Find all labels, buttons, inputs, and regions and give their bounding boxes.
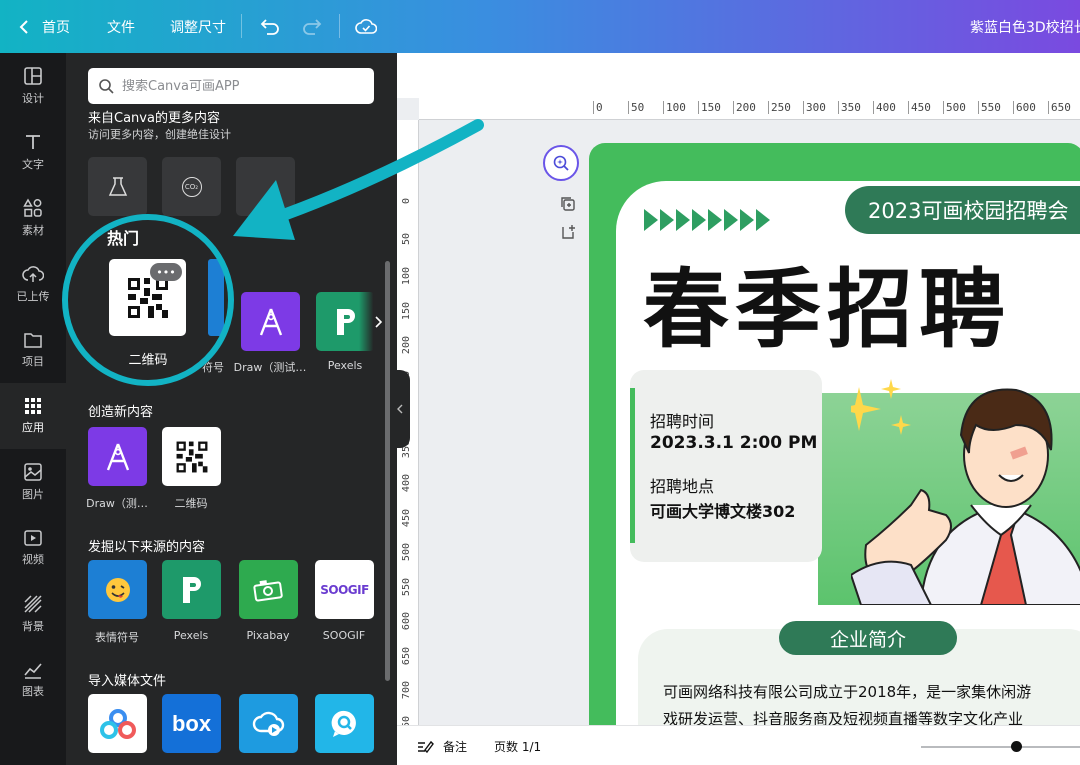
canva-editor: 首页 文件 调整尺寸 紫蓝白色3D校招长 设计 文字 素材 已上传 项目 应用 … <box>0 0 1080 765</box>
annotation-arrow-shaft <box>249 119 484 231</box>
highlight-circle <box>62 214 234 386</box>
annotation-overlay <box>62 119 484 386</box>
